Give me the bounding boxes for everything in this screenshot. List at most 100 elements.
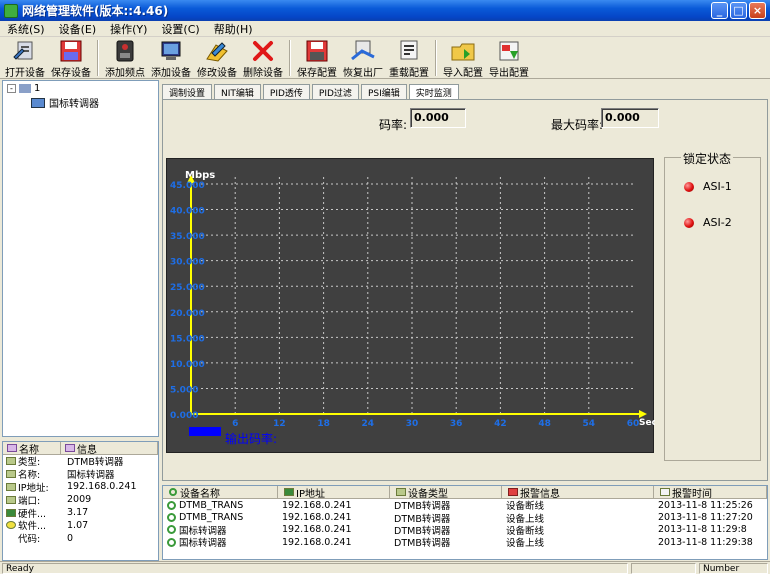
tab-pid-passthrough[interactable]: PID透传 (262, 84, 310, 99)
info-row: 代码: 0 (18, 532, 74, 546)
tab-psi-edit[interactable]: PSI编辑 (360, 84, 407, 99)
tab-modulation-settings[interactable]: 调制设置 (162, 84, 213, 99)
col-alarm-info[interactable]: 报警信息 (502, 486, 654, 500)
y-tick-label: 0.000 (170, 411, 198, 421)
save-config-button[interactable]: 保存配置 (294, 37, 340, 79)
tab-pid-filter[interactable]: PID过滤 (311, 84, 359, 99)
x-axis-title: Sec. (639, 418, 655, 428)
table-row[interactable]: 国标转调器 192.168.0.241 DTMB转调器 设备上线 2013-11… (163, 536, 767, 549)
lock-status-title: 锁定状态 (681, 150, 734, 167)
device-node-icon (31, 97, 45, 108)
tree-root-node[interactable]: - 1 (7, 83, 40, 94)
collapse-icon[interactable]: - (7, 84, 16, 93)
factory-reset-button[interactable]: 恢复出厂 (340, 37, 386, 79)
save-device-button[interactable]: 保存设备 (48, 37, 94, 79)
tree-device-node[interactable]: 国标转调器 (31, 95, 99, 110)
info-header-value[interactable]: 信息 (61, 442, 158, 456)
close-button[interactable]: × (749, 2, 766, 19)
name-icon (7, 444, 17, 452)
alarm-log-table: 设备名称 IP地址 设备类型 报警信息 报警时间 DTMB_TRANS 192.… (162, 485, 768, 560)
reload-config-button[interactable]: 重载配置 (386, 37, 432, 79)
tab-realtime-monitor[interactable]: 实时监测 (408, 84, 459, 100)
ip-col-icon (284, 488, 294, 496)
delete-device-button[interactable]: 删除设备 (240, 37, 286, 79)
x-axis-arrow (639, 410, 647, 418)
info-row: 类型: DTMB转调器 (3, 455, 158, 468)
y-tick-label: 40.000 (170, 207, 205, 217)
device-col-icon (169, 488, 177, 496)
col-alarm-time[interactable]: 报警时间 (654, 486, 767, 500)
import-config-icon (449, 39, 477, 63)
info-row: 硬件... 3.17 (3, 506, 158, 520)
ip-icon (6, 483, 16, 491)
device-status-icon (167, 537, 176, 547)
name-field-icon (6, 470, 16, 479)
bitrate-chart-svg: Mbps Sec. 0.000 5.000 10.000 15.000 20.000 25.0… (170, 170, 660, 446)
y-tick-label: 10.000 (170, 360, 205, 370)
minimize-button[interactable]: _ (711, 2, 728, 19)
menu-system[interactable]: 系统(S) (0, 21, 52, 37)
menu-operation[interactable]: 操作(Y) (103, 21, 154, 37)
x-tick-label: 6 (232, 419, 238, 429)
info-row: IP地址: 192.168.0.241 (3, 481, 158, 494)
save-config-label: 保存配置 (297, 68, 337, 79)
edit-device-button[interactable]: 修改设备 (194, 37, 240, 79)
asi1-led-icon (684, 182, 694, 192)
network-icon (19, 84, 31, 93)
open-device-button[interactable]: 打开设备 (2, 37, 48, 79)
max-rate-field: 0.000 (601, 108, 659, 128)
bitrate-chart: Mbps Sec. 0.000 5.000 10.000 15.000 20.000 25.0… (166, 158, 660, 453)
asi2-label: ASI-2 (703, 216, 732, 229)
info-header-name[interactable]: 名称 (3, 442, 61, 456)
tab-nit-edit[interactable]: NIT编辑 (214, 84, 261, 99)
col-device-name[interactable]: 设备名称 (163, 486, 278, 500)
info-header: 名称 信息 (3, 442, 158, 456)
save-device-icon (57, 39, 85, 63)
app-icon (4, 3, 18, 18)
device-tree: - 1 国标转调器 (2, 80, 159, 437)
import-config-button[interactable]: 导入配置 (440, 37, 486, 79)
x-tick-label: 30 (406, 419, 419, 429)
time-col-icon (660, 488, 670, 496)
export-config-icon (495, 39, 523, 63)
info-row: 端口: 2009 (3, 493, 158, 507)
maximize-button[interactable]: □ (730, 2, 747, 19)
export-config-button[interactable]: 导出配置 (486, 37, 532, 79)
table-row[interactable]: DTMB_TRANS 192.168.0.241 DTMB转调器 设备断线 20… (163, 499, 767, 512)
col-device-type[interactable]: 设备类型 (390, 486, 502, 500)
add-device-icon (157, 39, 185, 63)
x-tick-label: 48 (538, 419, 551, 429)
asi1-label: ASI-1 (703, 180, 732, 193)
device-info-panel: 名称 信息 类型: DTMB转调器 名称: 国标转调器 IP地址: 192.168.0… (2, 441, 159, 561)
menu-device[interactable]: 设备(E) (52, 21, 104, 37)
series-legend-swatch (189, 427, 221, 436)
rate-label: 码率: (379, 118, 408, 132)
delete-device-icon (249, 39, 277, 63)
hardware-icon (6, 508, 16, 517)
table-row[interactable]: DTMB_TRANS 192.168.0.241 DTMB转调器 设备上线 20… (163, 511, 767, 525)
device-status-icon (167, 513, 176, 523)
status-text: Ready (2, 563, 628, 574)
edit-device-label: 修改设备 (197, 68, 237, 79)
type-col-icon (396, 488, 406, 496)
y-tick-label: 35.000 (170, 232, 205, 242)
add-frequency-label: 添加频点 (105, 68, 145, 79)
add-device-button[interactable]: 添加设备 (148, 37, 194, 79)
tab-strip: 调制设置 NIT编辑 PID透传 PID过滤 PSI编辑 实时监测 (162, 84, 461, 100)
menu-help[interactable]: 帮助(H) (207, 21, 260, 37)
y-axis-title: Mbps (185, 170, 215, 181)
lock-status-group: 锁定状态 ASI-1 ASI-2 (664, 150, 761, 461)
y-tick-label: 20.000 (170, 309, 205, 319)
status-panel-empty (631, 563, 696, 574)
open-device-icon (11, 39, 39, 63)
menu-settings[interactable]: 设置(C) (154, 21, 206, 37)
open-device-label: 打开设备 (5, 68, 45, 79)
col-ip-address[interactable]: IP地址 (278, 486, 390, 500)
port-icon (6, 495, 16, 504)
x-tick-label: 42 (494, 419, 507, 429)
add-frequency-button[interactable]: 添加频点 (102, 37, 148, 79)
info-icon (65, 444, 75, 452)
info-row: 软件... 1.07 (3, 519, 158, 532)
import-config-label: 导入配置 (443, 68, 483, 79)
table-row[interactable]: 国标转调器 192.168.0.241 DTMB转调器 设备断线 2013-11… (163, 524, 767, 537)
